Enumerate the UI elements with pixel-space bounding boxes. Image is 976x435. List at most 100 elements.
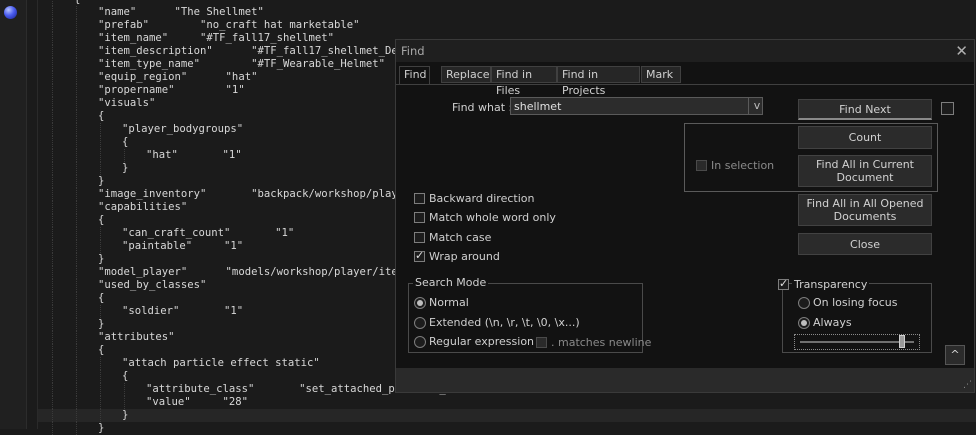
fold-margin[interactable] bbox=[27, 0, 38, 429]
code-text: { bbox=[98, 292, 105, 304]
find-all-opened-button[interactable]: Find All in All Opened Documents bbox=[798, 194, 932, 226]
always-radio[interactable] bbox=[798, 317, 810, 329]
indent-guide bbox=[76, 149, 77, 162]
matches-newline-checkbox[interactable] bbox=[536, 337, 547, 348]
indent-guide bbox=[76, 266, 77, 279]
on-losing-focus-radio[interactable] bbox=[798, 297, 810, 309]
find-next-button[interactable]: Find Next bbox=[798, 99, 932, 120]
chevron-down-icon[interactable]: v bbox=[748, 98, 765, 114]
code-line[interactable]: "name" "The Shellmet" bbox=[38, 6, 976, 19]
indent-guide bbox=[52, 84, 53, 97]
indent-guide bbox=[52, 45, 53, 58]
indent-guide bbox=[100, 409, 101, 422]
editor-gutter[interactable] bbox=[0, 0, 27, 429]
indent-guide bbox=[52, 175, 53, 188]
tab-find-in-files[interactable]: Find in Files bbox=[491, 66, 557, 97]
match-case-checkbox[interactable] bbox=[414, 232, 425, 243]
indent-guide bbox=[52, 227, 53, 240]
indent-guide bbox=[52, 253, 53, 266]
code-text: { bbox=[98, 344, 105, 356]
code-text: "equip_region" "hat" bbox=[98, 71, 258, 83]
in-selection-checkbox[interactable] bbox=[696, 160, 707, 171]
indent-guide bbox=[76, 253, 77, 266]
on-losing-focus-label: On losing focus bbox=[813, 296, 898, 309]
indent-guide bbox=[52, 370, 53, 383]
indent-guide bbox=[76, 58, 77, 71]
indent-guide bbox=[52, 344, 53, 357]
indent-guide bbox=[100, 149, 101, 162]
indent-guide bbox=[52, 240, 53, 253]
indent-guide bbox=[76, 175, 77, 188]
whole-word-checkbox[interactable] bbox=[414, 212, 425, 223]
count-button[interactable]: Count bbox=[798, 126, 932, 149]
resize-grip-icon[interactable]: ⋰ bbox=[963, 380, 972, 390]
indent-guide bbox=[52, 201, 53, 214]
code-text: { bbox=[122, 136, 129, 148]
code-text: { bbox=[98, 214, 105, 226]
tab-replace[interactable]: Replace bbox=[441, 66, 491, 83]
dialog-title: Find bbox=[401, 44, 425, 58]
indent-guide bbox=[52, 279, 53, 292]
indent-guide bbox=[52, 266, 53, 279]
code-text: "can_craft_count" "1" bbox=[122, 227, 295, 239]
transparency-slider-thumb[interactable] bbox=[899, 335, 905, 348]
find-next-option-checkbox[interactable] bbox=[941, 102, 954, 115]
regex-radio[interactable] bbox=[414, 336, 426, 348]
code-text: } bbox=[98, 253, 105, 265]
code-text: "name" "The Shellmet" bbox=[98, 6, 264, 18]
matches-newline-label: . matches newline bbox=[551, 336, 652, 349]
indent-guide bbox=[76, 123, 77, 136]
dialog-titlebar[interactable]: Find ✕ bbox=[396, 40, 974, 62]
extended-radio[interactable] bbox=[414, 317, 426, 329]
indent-guide bbox=[76, 227, 77, 240]
code-text: "item_name" "#TF_fall17_shellmet" bbox=[98, 32, 334, 44]
indent-guide bbox=[52, 305, 53, 318]
tab-divider bbox=[396, 84, 974, 85]
indent-guide bbox=[76, 97, 77, 110]
transparency-label: Transparency bbox=[792, 278, 870, 291]
code-text: "item_description" "#TF_fall17_shellmet_… bbox=[98, 45, 417, 57]
close-icon[interactable]: ✕ bbox=[955, 42, 968, 60]
indent-guide bbox=[76, 409, 77, 422]
code-line[interactable]: } bbox=[38, 409, 976, 422]
chevron-up-icon[interactable]: ^ bbox=[945, 345, 965, 365]
indent-guide bbox=[76, 305, 77, 318]
close-button[interactable]: Close bbox=[798, 233, 932, 255]
code-text: "hat" "1" bbox=[146, 149, 242, 161]
indent-guide bbox=[76, 240, 77, 253]
find-all-current-button[interactable]: Find All in Current Document bbox=[798, 155, 932, 187]
transparency-checkbox[interactable] bbox=[778, 277, 789, 290]
bookmark-icon[interactable] bbox=[4, 6, 17, 19]
indent-guide bbox=[52, 58, 53, 71]
backward-direction-label: Backward direction bbox=[429, 192, 535, 205]
indent-guide bbox=[76, 357, 77, 370]
tab-mark[interactable]: Mark bbox=[641, 66, 681, 83]
code-text: { bbox=[122, 370, 129, 382]
indent-guide bbox=[76, 370, 77, 383]
code-line[interactable]: "prefab" "no_craft hat marketable" bbox=[38, 19, 976, 32]
indent-guide bbox=[100, 357, 101, 370]
indent-guide bbox=[52, 97, 53, 110]
wrap-around-checkbox[interactable] bbox=[414, 249, 425, 262]
indent-guide bbox=[76, 32, 77, 45]
indent-guide bbox=[76, 201, 77, 214]
backward-direction-checkbox[interactable] bbox=[414, 193, 425, 204]
in-selection-label: In selection bbox=[711, 159, 775, 172]
indent-guide bbox=[76, 136, 77, 149]
extended-label: Extended (\n, \r, \t, \0, \x...) bbox=[429, 316, 580, 329]
code-text: "used_by_classes" bbox=[98, 279, 207, 291]
tab-find[interactable]: Find bbox=[399, 66, 430, 85]
code-text: } bbox=[122, 162, 129, 174]
indent-guide bbox=[52, 6, 53, 19]
transparency-slider[interactable] bbox=[800, 341, 914, 343]
indent-guide bbox=[52, 383, 53, 396]
indent-guide bbox=[76, 19, 77, 32]
indent-guide bbox=[76, 292, 77, 305]
find-what-input[interactable] bbox=[510, 97, 763, 115]
code-text: "attach particle effect static" bbox=[122, 357, 320, 369]
code-line[interactable]: "value" "28" bbox=[38, 396, 976, 409]
indent-guide bbox=[52, 162, 53, 175]
indent-guide bbox=[76, 6, 77, 19]
normal-radio[interactable] bbox=[414, 297, 426, 309]
tab-find-in-projects[interactable]: Find in Projects bbox=[557, 66, 640, 97]
